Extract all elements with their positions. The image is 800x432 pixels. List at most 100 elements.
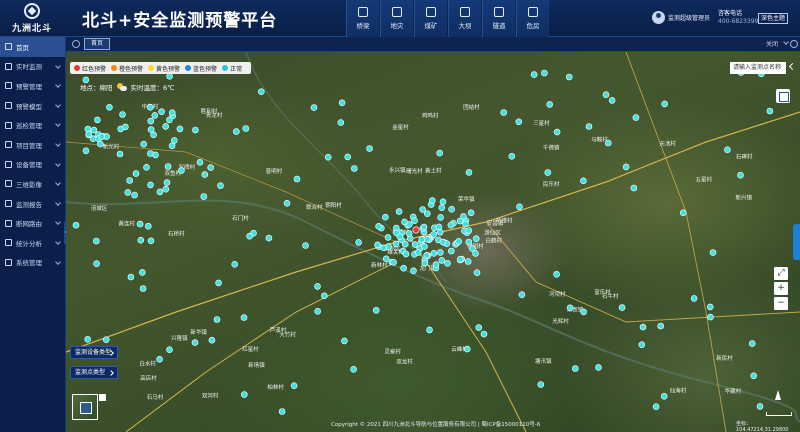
- monitor-point-marker[interactable]: [652, 403, 660, 411]
- monitor-point-marker[interactable]: [278, 408, 286, 415]
- nav-landslide[interactable]: 地灾: [380, 0, 413, 37]
- monitor-point-marker[interactable]: [162, 185, 170, 193]
- sidebar-item-project[interactable]: 项目管理: [0, 135, 65, 155]
- monitor-point-marker[interactable]: [632, 114, 640, 121]
- tab-settings-icon[interactable]: [790, 40, 798, 48]
- monitor-point-marker[interactable]: [145, 222, 152, 230]
- monitor-point-marker[interactable]: [147, 126, 155, 133]
- sidebar-item-report[interactable]: 监测报告: [0, 194, 65, 214]
- monitor-point-marker[interactable]: [94, 116, 101, 124]
- monitor-point-marker[interactable]: [302, 242, 309, 249]
- monitor-point-marker[interactable]: [426, 326, 433, 334]
- monitor-point-marker[interactable]: [437, 214, 444, 221]
- monitor-point-marker[interactable]: [435, 223, 443, 231]
- monitor-point-marker[interactable]: [126, 177, 134, 184]
- monitor-point-marker[interactable]: [402, 250, 410, 258]
- monitor-point-marker[interactable]: [469, 245, 476, 252]
- monitor-point-marker[interactable]: [178, 167, 185, 174]
- monitor-point-marker[interactable]: [208, 336, 216, 344]
- monitor-point-marker[interactable]: [423, 235, 431, 243]
- monitor-point-marker[interactable]: [382, 213, 389, 221]
- monitor-point-marker[interactable]: [176, 125, 184, 133]
- monitor-point-marker[interactable]: [293, 175, 301, 183]
- monitor-point-marker[interactable]: [200, 193, 208, 200]
- monitor-point-marker[interactable]: [401, 218, 408, 226]
- monitor-point-marker[interactable]: [283, 200, 291, 207]
- monitor-point-marker[interactable]: [162, 123, 169, 130]
- nav-bridge[interactable]: 桥梁: [346, 0, 379, 37]
- monitor-point-marker[interactable]: [127, 273, 135, 281]
- monitor-point-marker[interactable]: [679, 209, 687, 217]
- monitor-point-marker[interactable]: [432, 261, 440, 268]
- user-menu[interactable]: 监测超级管理员: [652, 11, 710, 24]
- monitor-point-marker[interactable]: [463, 345, 471, 353]
- sidebar-item-settings[interactable]: 系统管理: [0, 253, 65, 273]
- monitor-point-marker[interactable]: [750, 372, 758, 380]
- sidebar-item-home[interactable]: 首页: [0, 37, 65, 57]
- close-tabs-button[interactable]: 关闭: [766, 39, 778, 48]
- monitor-point-marker[interactable]: [414, 249, 422, 256]
- monitor-point-marker[interactable]: [401, 240, 409, 248]
- monitor-point-marker[interactable]: [709, 249, 717, 256]
- map-view[interactable]: 龙门镇双鱼村雄关村白水村安昌镇大竹村三星村黄土村千佛镇桃园村青龙村华藏村石桥村石…: [66, 52, 800, 432]
- monitor-point-marker[interactable]: [384, 234, 392, 241]
- nav-mine[interactable]: 煤矿: [414, 0, 447, 37]
- monitor-point-marker[interactable]: [156, 355, 163, 363]
- monitor-point-marker[interactable]: [544, 169, 552, 176]
- monitor-point-marker[interactable]: [580, 308, 588, 316]
- monitor-point-marker[interactable]: [163, 179, 171, 186]
- monitor-point-marker[interactable]: [405, 230, 413, 237]
- monitor-point-marker[interactable]: [366, 145, 373, 152]
- monitor-point-marker[interactable]: [423, 252, 431, 259]
- monitor-point-marker[interactable]: [320, 292, 328, 300]
- monitor-point-marker[interactable]: [158, 108, 165, 116]
- monitor-point-marker[interactable]: [455, 238, 463, 245]
- monitor-point-marker[interactable]: [448, 205, 455, 213]
- monitor-point-marker[interactable]: [500, 109, 508, 116]
- monitor-point-marker[interactable]: [380, 244, 388, 252]
- monitor-point-marker[interactable]: [475, 324, 483, 331]
- monitor-point-marker[interactable]: [660, 392, 668, 400]
- monitor-point-marker[interactable]: [553, 271, 560, 278]
- monitor-point-marker[interactable]: [166, 72, 173, 80]
- monitor-point-marker[interactable]: [465, 227, 473, 234]
- monitor-point-marker[interactable]: [122, 123, 129, 131]
- theme-select[interactable]: 深色主题: [758, 13, 788, 24]
- monitor-point-marker[interactable]: [139, 269, 146, 276]
- monitor-point-marker[interactable]: [240, 314, 248, 321]
- monitor-point-marker[interactable]: [82, 147, 90, 155]
- monitor-point-marker[interactable]: [467, 209, 475, 217]
- sidebar-item-patrol[interactable]: 巡检管理: [0, 115, 65, 135]
- monitor-point-marker[interactable]: [290, 382, 298, 390]
- monitor-point-marker[interactable]: [766, 107, 774, 115]
- monitor-point-marker[interactable]: [395, 208, 403, 215]
- monitor-point-marker[interactable]: [462, 220, 469, 228]
- monitor-point-marker[interactable]: [92, 237, 100, 245]
- legend-item[interactable]: 黄色预警: [148, 64, 180, 73]
- monitor-point-marker[interactable]: [580, 177, 587, 185]
- sidebar-item-3d[interactable]: 三维影像: [0, 174, 65, 194]
- monitor-point-marker[interactable]: [139, 285, 147, 292]
- monitor-point-marker[interactable]: [355, 239, 362, 246]
- tab-home[interactable]: 首页: [84, 38, 111, 50]
- monitor-point-marker[interactable]: [375, 223, 382, 230]
- monitor-point-marker[interactable]: [324, 153, 332, 161]
- monitor-point-marker[interactable]: [465, 169, 473, 176]
- monitor-point-marker[interactable]: [374, 241, 381, 249]
- monitor-point-marker[interactable]: [639, 323, 647, 331]
- monitor-point-marker[interactable]: [350, 165, 358, 172]
- monitor-point-marker[interactable]: [618, 304, 626, 311]
- monitor-point-marker[interactable]: [430, 250, 438, 257]
- sidebar-item-alarm[interactable]: 预警管理: [0, 76, 65, 96]
- monitor-point-marker[interactable]: [310, 104, 318, 111]
- monitor-point-marker[interactable]: [737, 171, 744, 179]
- monitor-point-marker[interactable]: [147, 117, 155, 125]
- monitor-point-marker[interactable]: [146, 103, 154, 111]
- monitor-point-marker[interactable]: [344, 153, 352, 161]
- monitor-point-marker[interactable]: [136, 220, 144, 228]
- monitor-point-marker[interactable]: [72, 221, 80, 229]
- monitor-type-filter-button[interactable]: 监测点类型: [70, 366, 118, 379]
- monitor-point-marker[interactable]: [191, 339, 199, 346]
- monitor-point-marker[interactable]: [207, 164, 214, 171]
- monitor-point-marker[interactable]: [436, 229, 444, 236]
